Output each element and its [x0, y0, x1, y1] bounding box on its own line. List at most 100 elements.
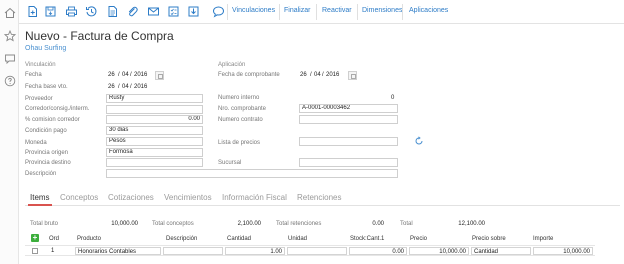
fecha-month[interactable]: 04 — [122, 72, 129, 78]
sucursal-label: Sucursal — [218, 160, 242, 166]
home-icon[interactable] — [3, 6, 16, 19]
tab-items[interactable]: Items — [30, 193, 50, 202]
document-icon[interactable] — [105, 4, 119, 18]
nro-comprobante-label: Nro. comprobante — [218, 106, 267, 112]
column-header[interactable]: Unidad — [288, 236, 307, 242]
row-precio-sobre[interactable]: Cantidad — [471, 247, 531, 255]
print-icon[interactable] — [64, 4, 78, 18]
vinculacion-section: Vinculación — [25, 62, 56, 68]
moneda-field[interactable]: Pesos — [106, 137, 203, 146]
column-header[interactable]: Precio sobre — [472, 236, 506, 242]
toolbar-divider — [279, 4, 280, 20]
proveedor-field[interactable]: Rusty — [106, 94, 203, 103]
page-title: Nuevo - Factura de Compra — [25, 29, 174, 43]
proveedor-label: Proveedor — [25, 96, 53, 102]
row-unidad[interactable] — [287, 247, 347, 255]
tab-informacion-fiscal[interactable]: Información Fiscal — [222, 193, 287, 202]
fecha-year[interactable]: 2016 — [134, 72, 147, 78]
tab-cotizaciones[interactable]: Cotizaciones — [108, 193, 154, 202]
descripcion-label: Descripción — [25, 171, 57, 177]
column-header[interactable]: Importe — [533, 236, 553, 242]
aplicaciones-link[interactable]: Aplicaciones — [409, 7, 448, 14]
numero-contrato-field[interactable] — [299, 115, 398, 124]
items-grid-header: + Ord Producto Descripción Cantidad Unid… — [25, 234, 595, 244]
column-header[interactable]: Precio — [410, 236, 427, 242]
row-stock[interactable]: 0.00 — [349, 247, 407, 255]
star-icon[interactable] — [3, 29, 16, 42]
numero-interno-label: Numero interno — [218, 95, 260, 101]
new-document-icon[interactable] — [25, 4, 39, 18]
left-rail — [0, 0, 19, 264]
nro-comprobante-field[interactable]: A-0001-00003462 — [299, 104, 398, 113]
add-row-button[interactable]: + — [31, 234, 39, 242]
condicion-pago-field[interactable]: 30 dias — [106, 126, 203, 135]
column-header[interactable]: Producto — [77, 236, 101, 242]
row-checkbox[interactable] — [32, 248, 38, 254]
fecha-base-vto-day[interactable]: 26 — [108, 84, 115, 90]
provincia-destino-field[interactable] — [106, 158, 203, 167]
descripcion-field[interactable] — [106, 169, 398, 178]
tab-vencimientos[interactable]: Vencimientos — [164, 193, 212, 202]
comment-icon[interactable] — [211, 4, 225, 18]
dimensiones-link[interactable]: Dimensiones — [362, 7, 402, 14]
fecha-base-vto-year[interactable]: 2016 — [134, 84, 147, 90]
download-icon[interactable] — [186, 4, 200, 18]
row-producto[interactable]: Honorarios Contables — [75, 247, 161, 255]
row-precio[interactable]: 10,000.00 — [409, 247, 469, 255]
fecha-slash: / — [130, 72, 132, 78]
moneda-label: Moneda — [25, 140, 47, 146]
sucursal-field[interactable] — [299, 158, 398, 167]
refresh-icon[interactable] — [414, 136, 424, 146]
corredor-label: Corredor/consig./interm. — [25, 106, 90, 112]
column-header[interactable]: Stock:Cant.1 — [350, 236, 384, 242]
fecha-day[interactable]: 26 — [108, 72, 115, 78]
column-header[interactable]: Ord — [49, 236, 59, 242]
tab-conceptos[interactable]: Conceptos — [60, 193, 98, 202]
row-cantidad[interactable]: 1.00 — [225, 247, 285, 255]
reactivar-link[interactable]: Reactivar — [322, 7, 352, 14]
company-link[interactable]: Ohau Surfing — [25, 45, 66, 52]
date-slash: / — [322, 72, 324, 78]
fecha-slash: / — [118, 72, 120, 78]
calendar-icon[interactable] — [348, 71, 357, 80]
lista-precios-field[interactable] — [299, 137, 398, 146]
numero-interno-value: 0 — [391, 95, 395, 101]
fecha-base-vto-label: Fecha base vto. — [25, 84, 68, 90]
fecha-comprobante-day[interactable]: 26 — [300, 72, 307, 78]
attachment-icon[interactable] — [125, 4, 139, 18]
toolbar-divider — [316, 4, 317, 20]
toolbar-divider — [402, 4, 403, 20]
finalizar-link[interactable]: Finalizar — [284, 7, 310, 14]
chat-icon[interactable] — [3, 52, 16, 65]
comision-label: % comision corredor — [25, 117, 80, 123]
vinculaciones-link[interactable]: Vinculaciones — [232, 7, 275, 14]
active-tab-indicator — [28, 204, 52, 206]
fecha-comprobante-year[interactable]: 2016 — [326, 72, 339, 78]
total-label: Total — [400, 221, 413, 227]
provincia-destino-label: Provincia destino — [25, 160, 71, 166]
fecha-comprobante-month[interactable]: 04 — [314, 72, 321, 78]
column-header[interactable]: Descripción — [166, 236, 197, 242]
tab-retenciones[interactable]: Retenciones — [297, 193, 341, 202]
toolbar: Vinculaciones Finalizar Reactivar Dimens… — [19, 0, 624, 24]
history-icon[interactable] — [84, 4, 98, 18]
lista-precios-label: Lista de precios — [218, 140, 261, 146]
checklist-icon[interactable] — [166, 4, 180, 18]
calendar-icon[interactable] — [155, 71, 164, 80]
help-icon[interactable] — [3, 74, 16, 87]
corredor-field[interactable] — [106, 105, 203, 114]
total-retenciones-label: Total retenciones — [276, 221, 322, 227]
comision-field[interactable]: 0.00 — [106, 115, 203, 124]
date-slash: / — [130, 84, 132, 90]
fecha-comprobante-label: Fecha de comprobante — [218, 72, 280, 78]
row-descripcion[interactable] — [163, 247, 223, 255]
mail-icon[interactable] — [146, 4, 160, 18]
save-icon[interactable] — [43, 4, 57, 18]
total-retenciones-value: 0.00 — [372, 221, 384, 227]
date-slash: / — [310, 72, 312, 78]
table-row[interactable]: 1 Honorarios Contables 1.00 0.00 10,000.… — [25, 245, 595, 256]
fecha-base-vto-month[interactable]: 04 — [122, 84, 129, 90]
row-importe[interactable]: 10,000.00 — [533, 247, 593, 255]
column-header[interactable]: Cantidad — [227, 236, 251, 242]
provincia-origen-field[interactable]: Formosa — [106, 148, 203, 157]
